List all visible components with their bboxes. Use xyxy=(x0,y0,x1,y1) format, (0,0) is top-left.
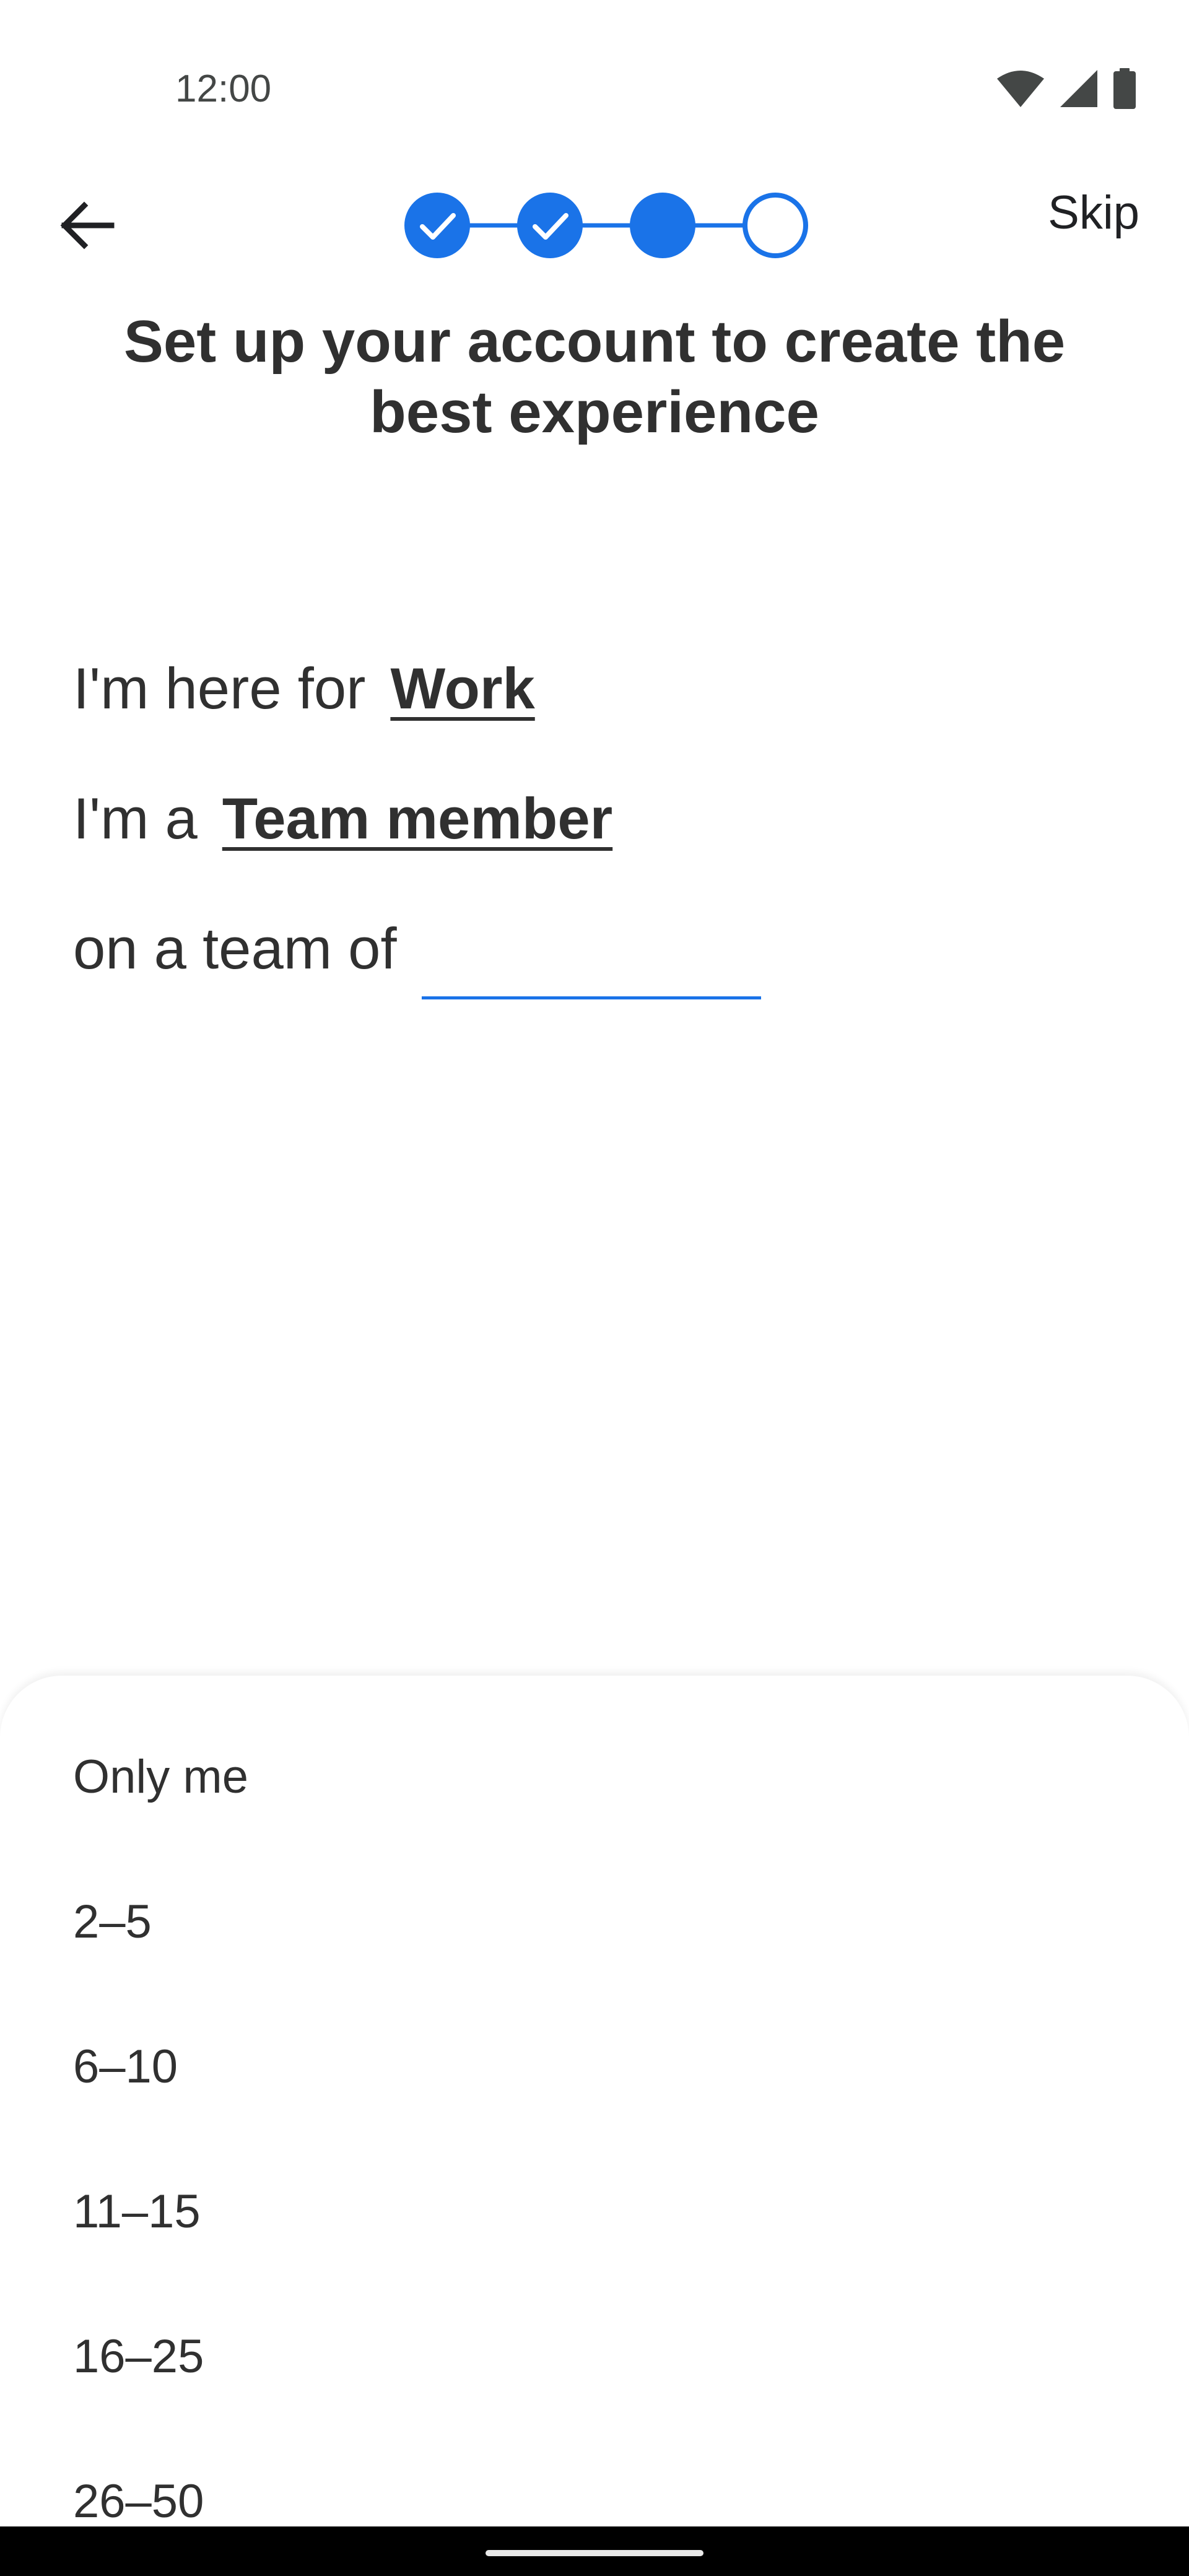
step-2-complete xyxy=(517,193,583,258)
team-size-sheet: Only me 2–5 6–10 11–15 16–25 26–50 xyxy=(0,1676,1189,2526)
team-size-option[interactable]: 2–5 xyxy=(73,1895,152,1949)
arrow-back-icon xyxy=(60,201,115,250)
signal-icon xyxy=(1060,69,1097,111)
team-row: on a team of xyxy=(73,915,761,999)
team-size-field[interactable] xyxy=(421,934,761,999)
step-3-current xyxy=(630,193,695,258)
team-size-option[interactable]: Only me xyxy=(73,1750,248,1804)
team-size-option[interactable]: 6–10 xyxy=(73,2040,178,2094)
step-1-complete xyxy=(404,193,470,258)
back-button[interactable] xyxy=(50,188,124,263)
role-selector[interactable]: Team member xyxy=(222,785,612,852)
purpose-selector[interactable]: Work xyxy=(390,655,534,722)
role-row: I'm a Team member xyxy=(73,785,612,852)
team-size-option[interactable]: 26–50 xyxy=(73,2474,204,2526)
team-label: on a team of xyxy=(73,916,397,981)
wifi-icon xyxy=(996,69,1045,111)
battery-icon xyxy=(1112,68,1137,112)
status-icons xyxy=(996,68,1137,112)
page-title: Set up your account to create the best e… xyxy=(123,308,1066,445)
skip-button[interactable]: Skip xyxy=(1048,186,1139,240)
purpose-row: I'm here for Work xyxy=(73,655,535,722)
progress-stepper xyxy=(403,189,811,261)
home-gesture-handle[interactable] xyxy=(486,2550,703,2556)
status-time: 12:00 xyxy=(175,67,272,110)
navigation-bar xyxy=(0,2526,1189,2576)
purpose-label: I'm here for xyxy=(73,656,366,721)
team-size-option[interactable]: 11–15 xyxy=(73,2185,201,2239)
team-size-option[interactable]: 16–25 xyxy=(73,2330,204,2383)
role-label: I'm a xyxy=(73,786,198,851)
step-4-upcoming xyxy=(743,193,808,258)
